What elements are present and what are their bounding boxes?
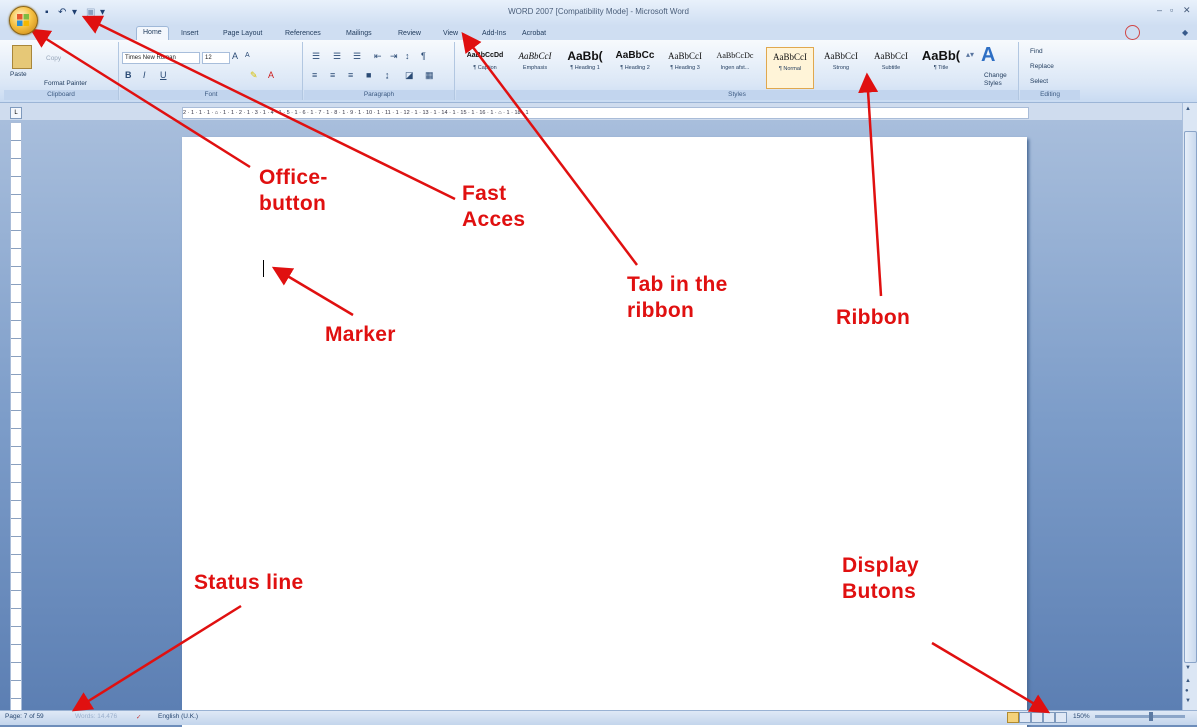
ribbon-arrow bbox=[858, 72, 883, 297]
annotation-display-buttons: Display Butons bbox=[842, 554, 919, 603]
annotation-ribbon: Ribbon bbox=[836, 306, 911, 329]
annotation-office-button: Office- button bbox=[259, 166, 328, 215]
display-buttons-arrow bbox=[931, 641, 1051, 714]
annotation-arrows bbox=[29, 15, 1051, 714]
annotation-fast-access: Fast Acces bbox=[462, 182, 526, 231]
marker-arrow bbox=[271, 266, 354, 317]
annotation-status-line: Status line bbox=[194, 571, 304, 594]
office-button-arrow bbox=[29, 28, 251, 169]
annotation-marker: Marker bbox=[325, 323, 396, 346]
office-logo-icon bbox=[17, 14, 29, 26]
annotation-tab-in-ribbon: Tab in the ribbon bbox=[627, 273, 728, 322]
office-button[interactable] bbox=[9, 6, 38, 35]
status-line-arrow bbox=[71, 604, 242, 712]
